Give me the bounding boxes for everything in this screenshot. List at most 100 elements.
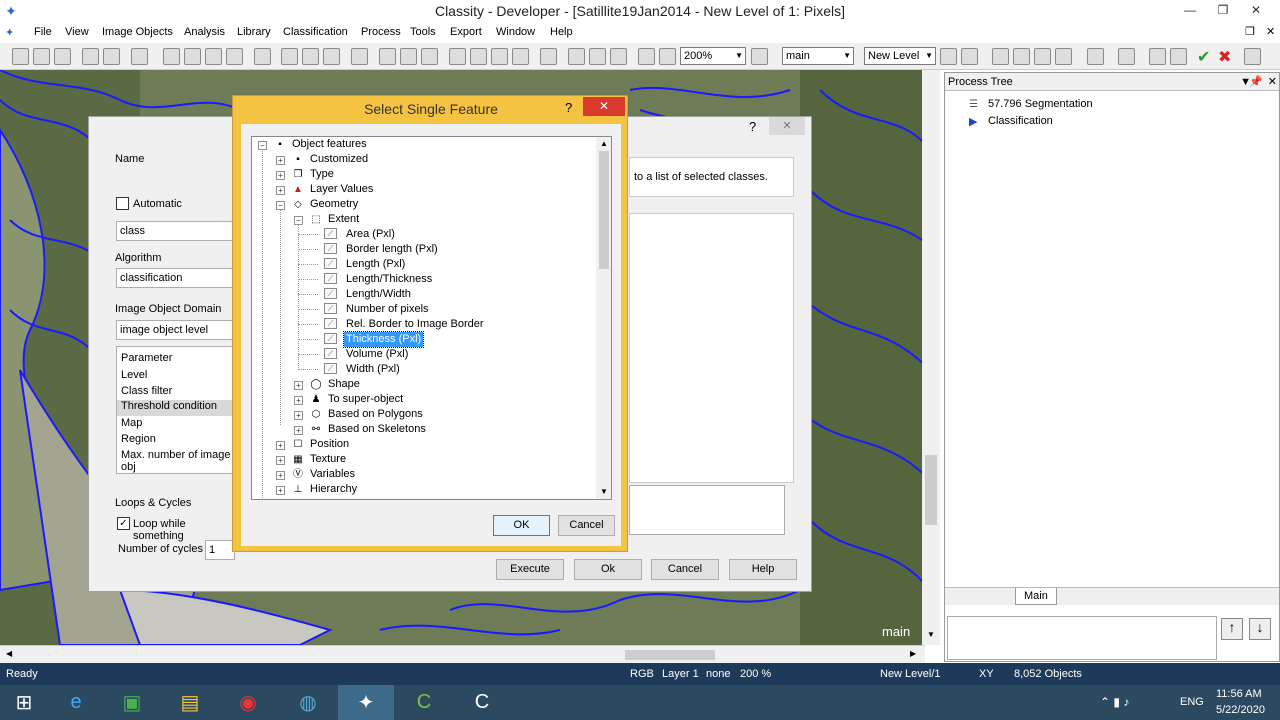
scroll-up-icon[interactable]: ▲ <box>600 139 608 148</box>
clock-date[interactable]: 5/22/2020 <box>1216 704 1265 716</box>
tool-icon-18[interactable] <box>1244 48 1261 65</box>
collapse-icon[interactable]: − <box>276 201 285 210</box>
language-indicator[interactable]: ENG <box>1180 696 1204 708</box>
minimize-button[interactable]: — <box>1173 0 1207 21</box>
tree-item-layer-values[interactable]: Layer Values <box>310 182 373 197</box>
loop-checkbox[interactable]: ✓ <box>117 517 130 530</box>
expand-icon[interactable]: + <box>294 411 303 420</box>
param-map[interactable]: Map <box>121 417 142 429</box>
scroll-left-icon[interactable]: ◀ <box>6 649 12 658</box>
menu-help[interactable]: Help <box>550 26 573 38</box>
close-button[interactable]: ✕ <box>769 117 805 135</box>
param-region[interactable]: Region <box>121 433 156 445</box>
feature-tree[interactable]: − ▪ Object features + ▪ Customized + ❐ T… <box>251 136 612 500</box>
search-app-icon[interactable]: ◍ <box>280 685 336 720</box>
file-explorer-icon[interactable]: ▤ <box>162 685 218 720</box>
zoom-tool-icon[interactable] <box>610 48 627 65</box>
tree-scrollbar[interactable]: ▲ ▼ <box>596 137 611 499</box>
help-button[interactable]: ? <box>749 119 756 134</box>
tree-item-hierarchy[interactable]: Hierarchy <box>310 482 357 497</box>
tree-item-type[interactable]: Type <box>310 167 334 182</box>
expand-icon[interactable]: + <box>276 441 285 450</box>
undo-icon[interactable] <box>1087 48 1104 65</box>
tray-icons[interactable]: ⌃ ▮ ♪ <box>1100 695 1129 709</box>
tree-item-width[interactable]: Width (Pxl) <box>346 362 400 377</box>
tool-icon-5[interactable] <box>254 48 271 65</box>
collapse-icon[interactable]: − <box>294 216 303 225</box>
domain-select[interactable]: image object level <box>116 320 234 340</box>
tree-item-border-length[interactable]: Border length (Pxl) <box>346 242 438 257</box>
process-item-classification[interactable]: Classification <box>988 115 1053 127</box>
expand-icon[interactable]: + <box>276 186 285 195</box>
level-up-icon[interactable] <box>961 48 978 65</box>
process-item-segmentation[interactable]: 57.796 Segmentation <box>988 98 1093 110</box>
map-vertical-scrollbar[interactable]: ▼ <box>922 70 940 645</box>
close-button[interactable]: ✕ <box>1239 0 1273 21</box>
start-windows-icon[interactable]: ⊞ <box>0 685 48 720</box>
tree-item-number-of-pixels[interactable]: Number of pixels <box>346 302 429 317</box>
tree-item-length[interactable]: Length (Pxl) <box>346 257 405 272</box>
param-threshold[interactable]: Threshold condition <box>117 400 233 416</box>
save-workspace-icon[interactable] <box>131 48 148 65</box>
new-workspace-icon[interactable] <box>82 48 99 65</box>
tool-icon-2[interactable] <box>184 48 201 65</box>
menu-library[interactable]: Library <box>237 26 271 38</box>
clock-time[interactable]: 11:56 AM <box>1216 688 1262 700</box>
tool-icon-16[interactable] <box>1149 48 1166 65</box>
tree-item-length-width[interactable]: Length/Width <box>346 287 411 302</box>
cancel-button[interactable]: Cancel <box>651 559 719 580</box>
tree-item-shape[interactable]: Shape <box>328 377 360 392</box>
tree-item-based-on-polygons[interactable]: Based on Polygons <box>328 407 423 422</box>
scroll-thumb[interactable] <box>625 650 715 660</box>
pointer-icon[interactable] <box>568 48 585 65</box>
automatic-checkbox[interactable] <box>116 197 129 210</box>
tree-item-position[interactable]: Position <box>310 437 349 452</box>
tool-icon-7[interactable] <box>302 48 319 65</box>
menu-view[interactable]: View <box>65 26 89 38</box>
process-edit-box[interactable] <box>947 616 1217 660</box>
tree-item-volume[interactable]: Volume (Pxl) <box>346 347 408 362</box>
menu-classification[interactable]: Classification <box>283 26 348 38</box>
new-project-icon[interactable] <box>12 48 29 65</box>
ok-button[interactable]: OK <box>493 515 550 536</box>
help-dialog-button[interactable]: Help <box>729 559 797 580</box>
open-workspace-icon[interactable] <box>103 48 120 65</box>
tree-item-variables[interactable]: Variables <box>310 467 355 482</box>
menu-process[interactable]: Process <box>361 26 401 38</box>
tree-item-thickness-selected[interactable]: Thickness (Pxl) <box>342 331 425 348</box>
close-button[interactable]: ✕ <box>583 97 625 116</box>
expand-icon[interactable]: + <box>294 381 303 390</box>
expand-icon[interactable]: + <box>294 396 303 405</box>
execute-button[interactable]: Execute <box>496 559 564 580</box>
tool-icon-14[interactable] <box>992 48 1009 65</box>
zoom-fit-icon[interactable] <box>751 48 768 65</box>
map-horizontal-scrollbar[interactable]: ◀ ▶ <box>0 645 925 663</box>
tab-main[interactable]: Main <box>1015 588 1057 605</box>
help-button[interactable]: ? <box>565 100 572 115</box>
pin-icon[interactable]: 📌 <box>1249 73 1263 91</box>
level-down-icon[interactable] <box>940 48 957 65</box>
tool-icon-15[interactable] <box>1055 48 1072 65</box>
app-c-icon-2[interactable]: C <box>454 685 510 720</box>
cancel-button[interactable]: Cancel <box>558 515 615 536</box>
expand-icon[interactable]: + <box>276 486 285 495</box>
scroll-down-icon[interactable]: ▼ <box>927 630 935 639</box>
save-project-icon[interactable] <box>54 48 71 65</box>
check-icon[interactable]: ✔ <box>1197 47 1210 67</box>
menu-export[interactable]: Export <box>450 26 482 38</box>
tool-icon-17[interactable] <box>1170 48 1187 65</box>
info-icon[interactable] <box>1013 48 1030 65</box>
expand-icon[interactable]: + <box>276 156 285 165</box>
scroll-right-icon[interactable]: ▶ <box>910 649 916 658</box>
mdi-restore-icon[interactable]: ❐ <box>1245 25 1255 38</box>
layout-icon-1[interactable] <box>449 48 466 65</box>
tree-item-based-on-skeletons[interactable]: Based on Skeletons <box>328 422 426 437</box>
app-c-icon-1[interactable]: C <box>396 685 452 720</box>
algorithm-select[interactable]: classification <box>116 268 234 288</box>
tree-item-extent[interactable]: Extent <box>328 212 359 227</box>
layout-icon-4[interactable] <box>512 48 529 65</box>
tool-icon-3[interactable] <box>205 48 222 65</box>
scroll-thumb[interactable] <box>925 455 937 525</box>
collapse-icon[interactable]: − <box>258 141 267 150</box>
param-level[interactable]: Level <box>121 369 147 381</box>
